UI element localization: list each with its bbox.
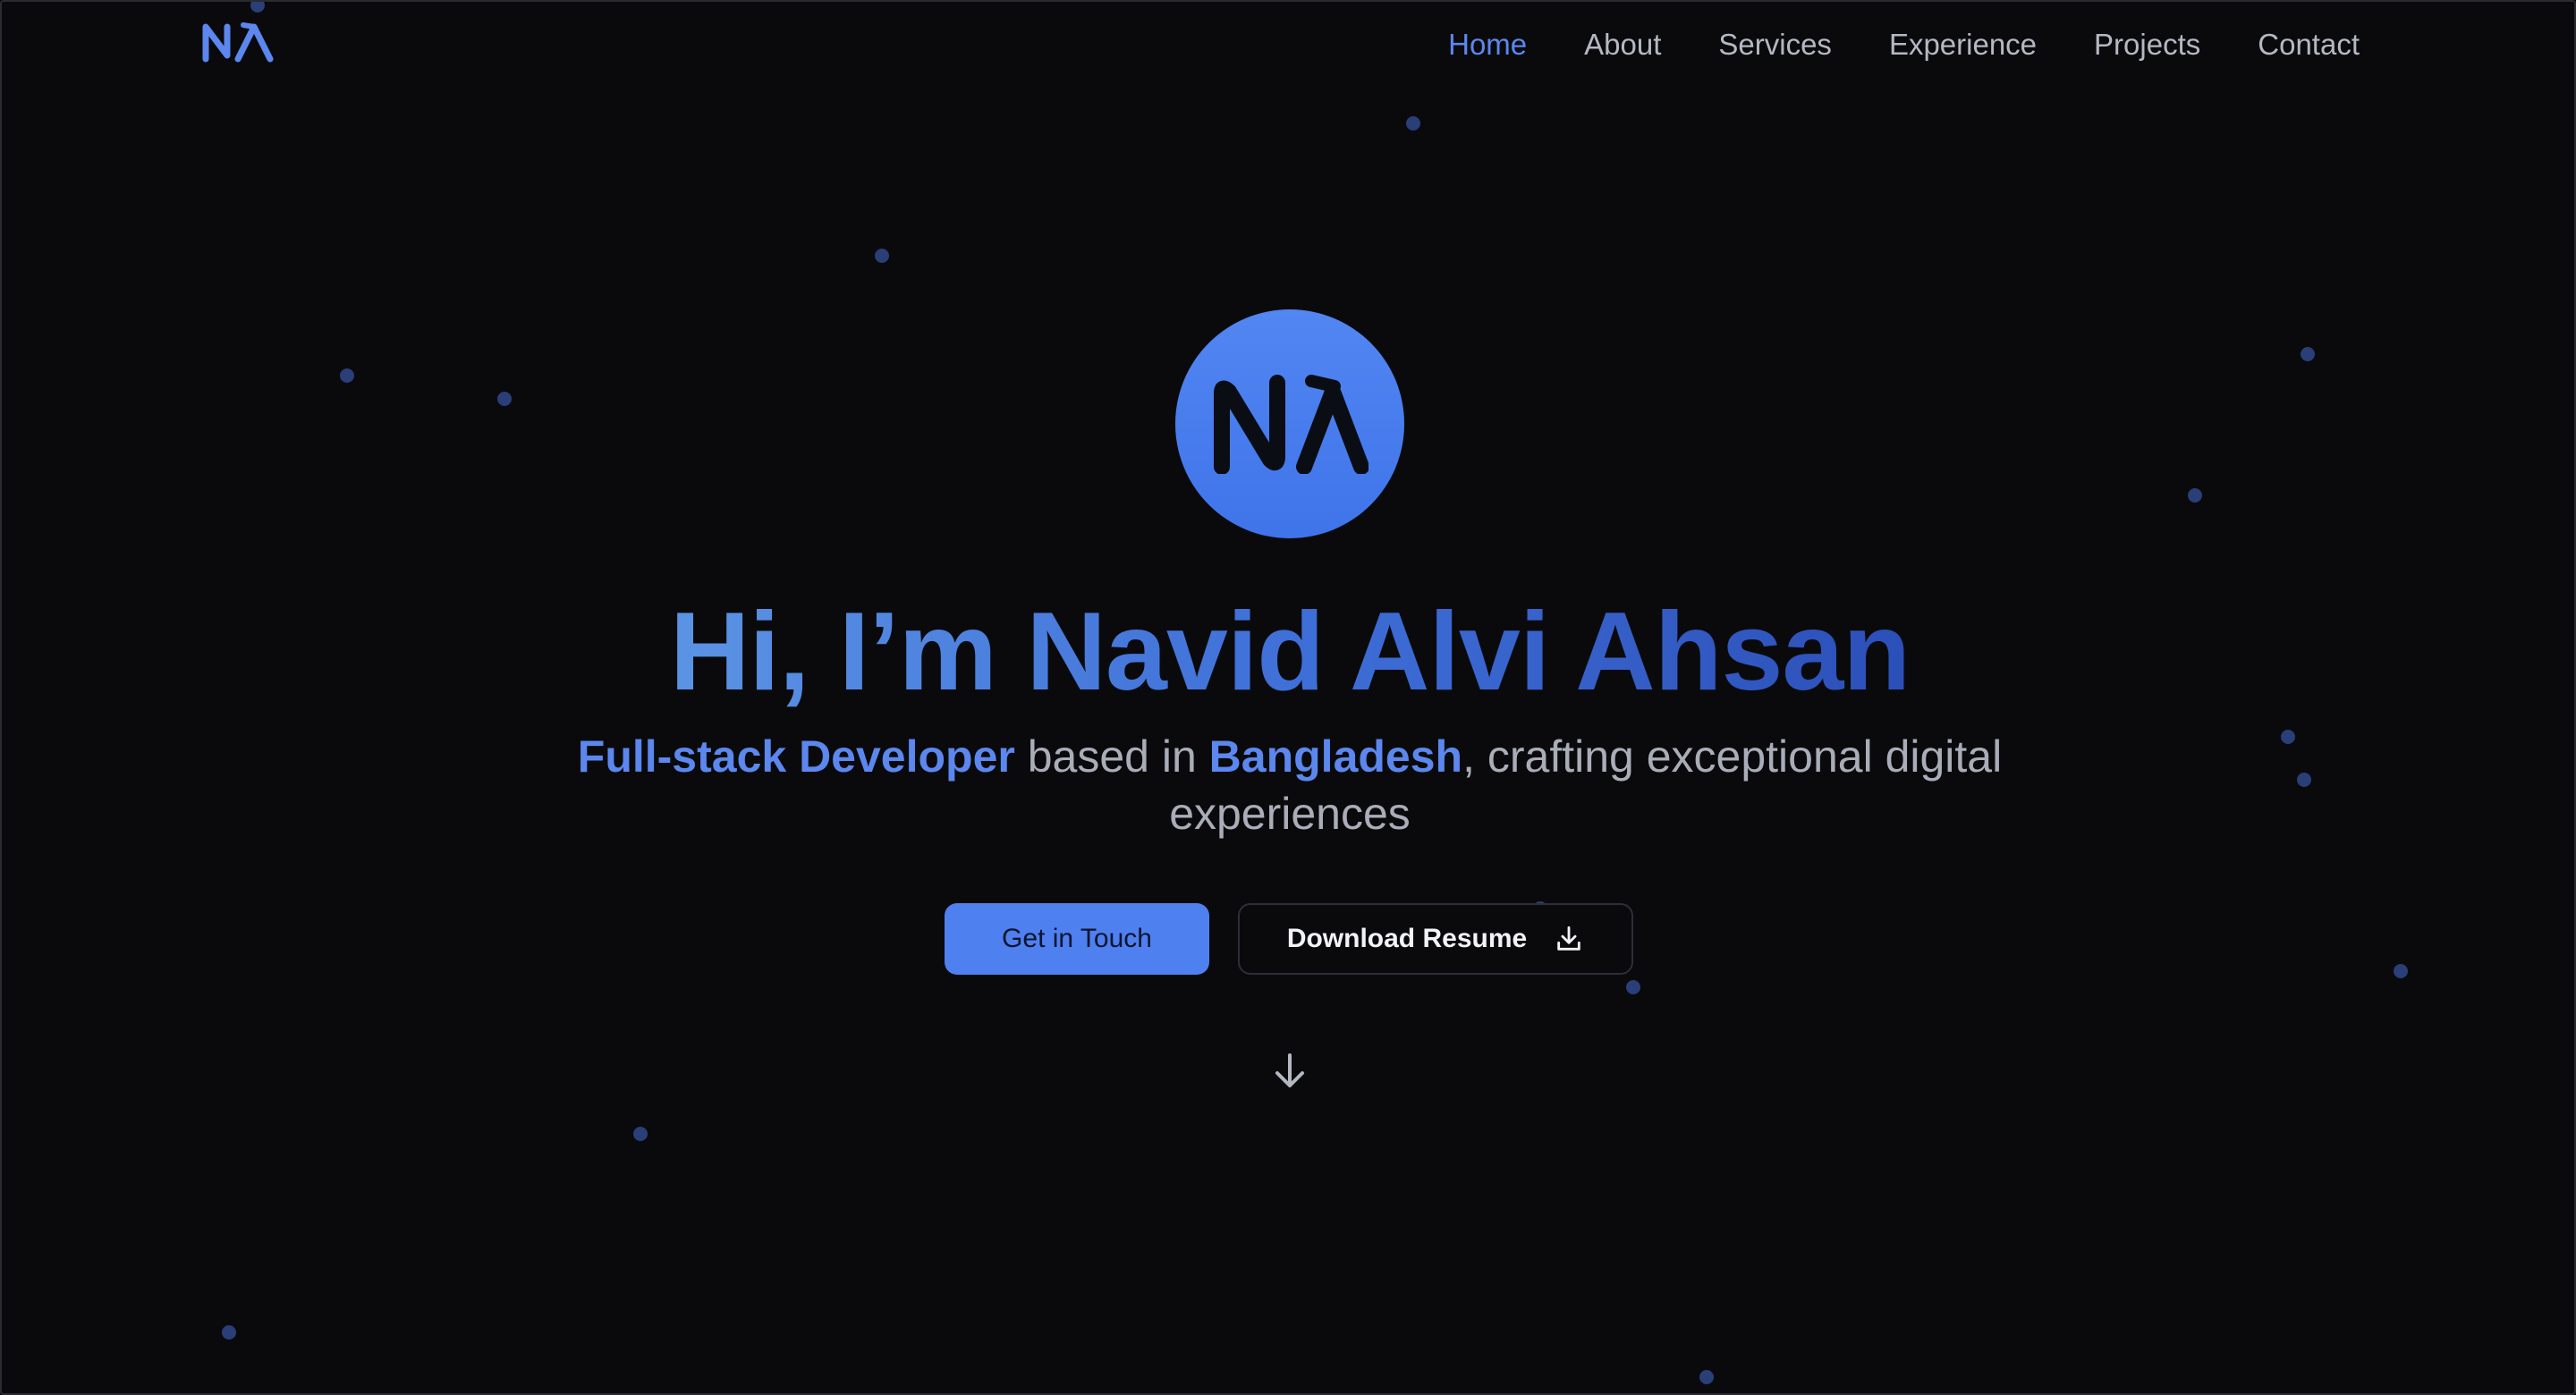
hero-title-text: Hi, I’m Navid Alvi Ahsan — [669, 590, 1911, 714]
particle — [2297, 773, 2311, 787]
particle — [2281, 730, 2295, 744]
nav-item-experience[interactable]: Experience — [1889, 23, 2037, 66]
particle — [633, 1127, 648, 1141]
particle — [1406, 116, 1420, 131]
particle — [1699, 1370, 1714, 1384]
main-nav: Home About Services Experience Projects … — [1448, 23, 2360, 66]
particle — [340, 368, 354, 383]
hero-title: Hi, I’m Navid Alvi Ahsan — [2, 585, 2574, 719]
get-in-touch-label: Get in Touch — [1002, 924, 1152, 953]
subtitle-mid: based in — [1014, 731, 1209, 782]
particle — [2301, 347, 2315, 361]
location-highlight: Bangladesh — [1208, 731, 1463, 782]
logo-icon[interactable] — [202, 18, 274, 64]
nav-item-contact[interactable]: Contact — [2258, 23, 2360, 66]
particle — [222, 1325, 236, 1340]
page-frame: Home About Services Experience Projects … — [0, 0, 2576, 1395]
particle — [2188, 488, 2202, 503]
particle — [250, 2, 265, 13]
particle — [875, 249, 889, 263]
download-resume-button[interactable]: Download Resume — [1238, 903, 1633, 975]
particle — [1626, 980, 1640, 994]
arrow-down-icon[interactable] — [1272, 1050, 1308, 1093]
nav-item-home[interactable]: Home — [1448, 23, 1527, 66]
particle — [497, 392, 512, 406]
nav-item-about[interactable]: About — [1584, 23, 1661, 66]
download-resume-label: Download Resume — [1286, 924, 1528, 953]
nav-item-services[interactable]: Services — [1718, 23, 1832, 66]
nav-item-projects[interactable]: Projects — [2094, 23, 2200, 66]
hero-subtitle: Full-stack Developer based in Bangladesh… — [503, 728, 2077, 842]
avatar-logo — [1175, 309, 1404, 538]
particle — [2394, 964, 2408, 978]
download-icon — [1557, 926, 1580, 951]
logo-icon — [1214, 375, 1368, 474]
role-highlight: Full-stack Developer — [577, 731, 1015, 782]
get-in-touch-button[interactable]: Get in Touch — [945, 903, 1209, 975]
